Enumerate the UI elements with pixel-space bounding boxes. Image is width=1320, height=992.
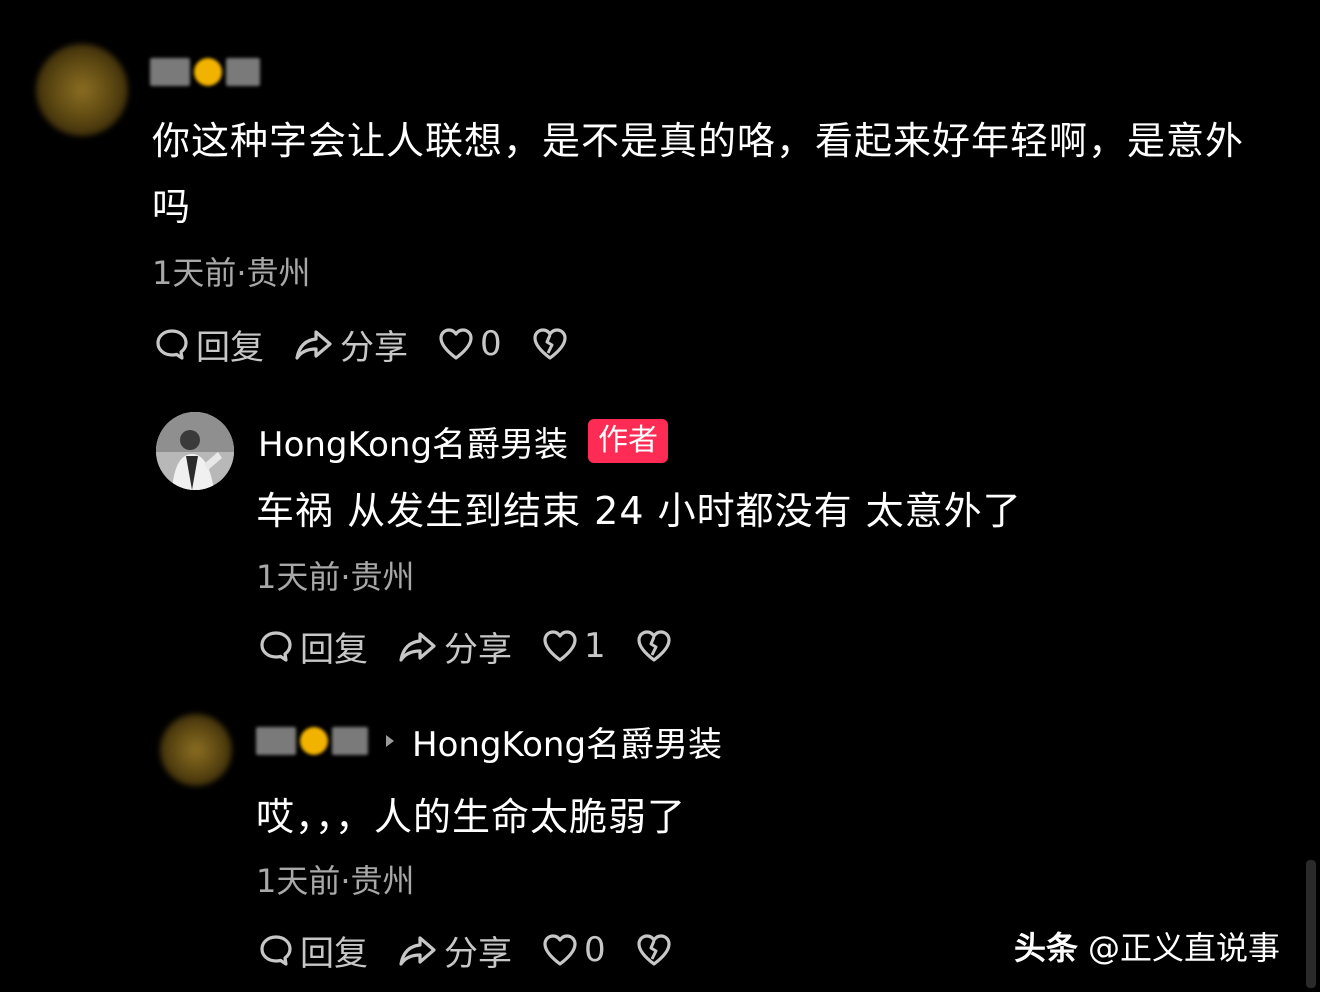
person-photo-icon [156, 412, 234, 490]
share-icon [295, 330, 332, 360]
heart-icon [543, 934, 577, 966]
share-icon [399, 936, 436, 966]
comment-meta: 1天前·贵州 [152, 254, 311, 292]
like-count: 0 [584, 930, 606, 970]
reply-button[interactable]: 回复 [154, 320, 264, 369]
comment-actions: 回复 分享 0 [154, 320, 598, 368]
username-redaction [226, 58, 260, 86]
username-redaction [332, 727, 368, 755]
reply-button[interactable]: 回复 [258, 926, 368, 975]
comment-actions: 回复 分享 1 [258, 622, 702, 670]
heart-icon [439, 328, 473, 360]
share-button[interactable]: 分享 [294, 320, 408, 369]
like-button[interactable]: 0 [438, 324, 502, 364]
reply-label: 回复 [196, 327, 264, 368]
reply-label: 回复 [300, 629, 368, 670]
comment-meta: 1天前·贵州 [256, 558, 415, 596]
comment-text: 你这种字会让人联想，是不是真的咯，看起来好年轻啊，是意外吗 [152, 119, 1245, 229]
comment-icon [156, 329, 188, 360]
share-label: 分享 [444, 933, 512, 974]
reply-label: 回复 [300, 933, 368, 974]
comment-icon [260, 935, 292, 966]
username-redaction [150, 58, 190, 86]
like-button[interactable]: 0 [542, 930, 606, 970]
share-button[interactable]: 分享 [398, 926, 512, 975]
broken-heart-icon [533, 328, 567, 360]
heart-icon [543, 630, 577, 662]
like-count: 1 [584, 626, 606, 666]
share-label: 分享 [340, 327, 408, 368]
share-button[interactable]: 分享 [398, 622, 512, 671]
share-icon [399, 632, 436, 662]
comment-header: HongKong名爵男装 [256, 717, 722, 766]
scrollbar[interactable] [1306, 860, 1316, 988]
comment-text: 哎，，，人的生命太脆弱了 [256, 795, 687, 839]
comment-icon [260, 631, 292, 662]
comment-actions: 回复 分享 0 [258, 926, 702, 974]
blurred-username[interactable] [150, 54, 260, 90]
blurred-username[interactable] [256, 723, 368, 759]
watermark-handle: @正义直说事 [1088, 929, 1281, 967]
reply-button[interactable]: 回复 [258, 622, 368, 671]
username-redaction-dot [194, 58, 222, 86]
reply-to-arrow-icon [386, 735, 394, 747]
author-avatar[interactable] [156, 412, 234, 490]
reply-to-username[interactable]: HongKong名爵男装 [412, 717, 722, 766]
like-button[interactable]: 1 [542, 626, 606, 666]
broken-heart-icon [637, 630, 671, 662]
watermark: 头条 @正义直说事 [1014, 924, 1280, 968]
author-badge: 作者 [588, 419, 669, 463]
comment-header: HongKong名爵男装 作者 [258, 416, 669, 466]
avatar[interactable] [36, 44, 128, 136]
broken-heart-icon [637, 934, 671, 966]
share-label: 分享 [444, 629, 512, 670]
comment-meta: 1天前·贵州 [256, 862, 415, 900]
dislike-button[interactable] [532, 327, 568, 361]
username-redaction [256, 727, 296, 755]
username[interactable]: HongKong名爵男装 [258, 417, 568, 466]
comment-text: 车祸 从发生到结束 24 小时都没有 太意外了 [256, 489, 1022, 533]
dislike-button[interactable] [636, 629, 672, 663]
username-redaction-dot [300, 727, 328, 755]
dislike-button[interactable] [636, 933, 672, 967]
avatar[interactable] [160, 714, 232, 786]
watermark-brand: 头条 [1014, 929, 1079, 967]
like-count: 0 [480, 324, 502, 364]
